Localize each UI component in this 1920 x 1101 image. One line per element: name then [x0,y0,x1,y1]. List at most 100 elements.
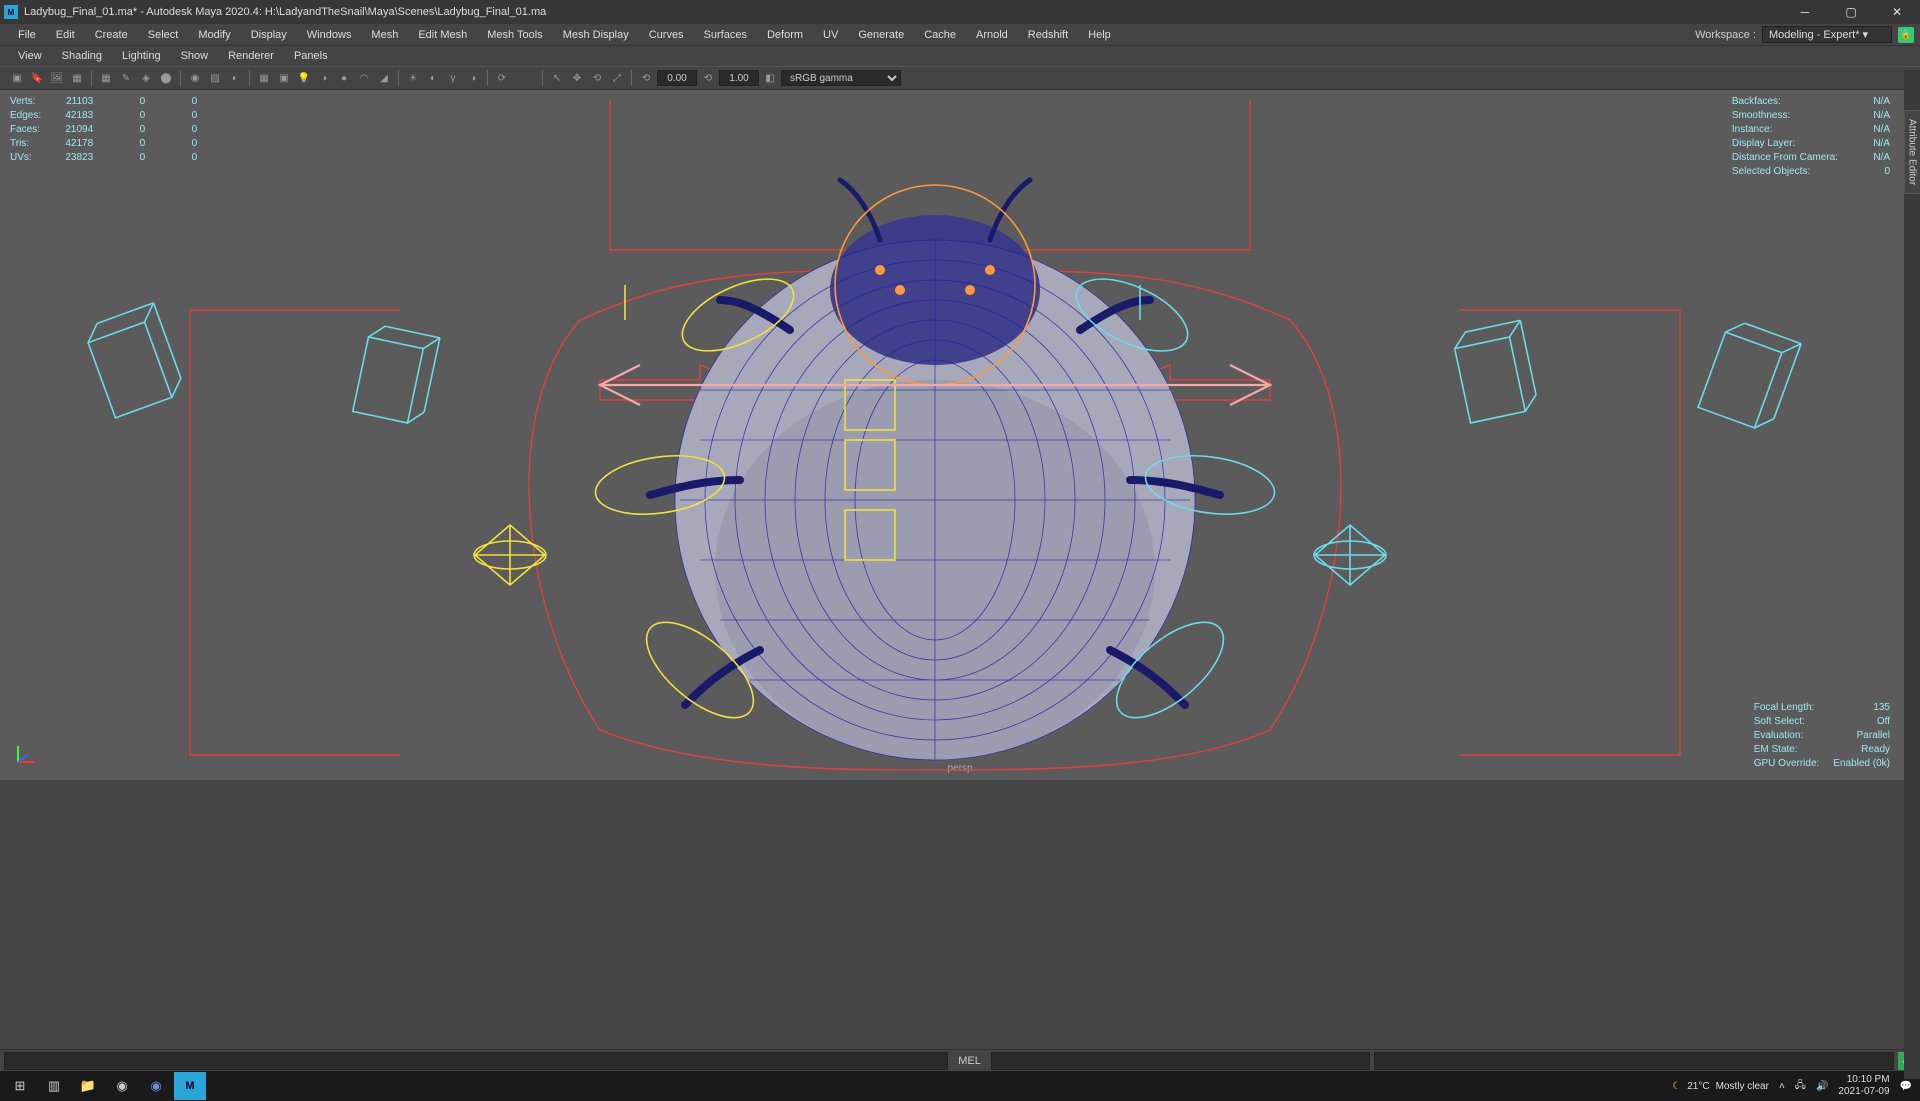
menu-mesh-tools[interactable]: Mesh Tools [477,26,552,44]
panel-menu-panels[interactable]: Panels [284,48,338,64]
attribute-editor-tab[interactable]: Attribute Editor [1904,110,1920,194]
use-lights-icon[interactable]: 💡 [295,69,313,87]
system-clock[interactable]: 10:10 PM 2021-07-09 [1838,1074,1889,1098]
separator [398,70,399,86]
weather-temp: 21°C [1687,1081,1709,1092]
color-picker-icon[interactable]: ◧ [761,69,779,87]
gamma-plus-icon[interactable]: ◑ [464,69,482,87]
isolate-select-icon[interactable]: ◉ [186,69,204,87]
menu-help[interactable]: Help [1078,26,1121,44]
viewport-scene [0,90,1895,780]
maya-taskbar-icon[interactable]: M [174,1072,206,1100]
gamma-icon[interactable]: γ [444,69,462,87]
textured-icon[interactable]: ▣ [275,69,293,87]
menu-edit[interactable]: Edit [46,26,85,44]
workspace-lock-icon[interactable]: 🔒 [1898,27,1914,43]
volume-icon[interactable]: 🔊 [1816,1081,1828,1092]
menu-surfaces[interactable]: Surfaces [694,26,757,44]
scale-tool-icon[interactable]: ⤢ [608,69,626,87]
menu-modify[interactable]: Modify [188,26,240,44]
main-menubar: FileEditCreateSelectModifyDisplayWindows… [0,24,1920,46]
select-tool-icon[interactable]: ↖ [548,69,566,87]
xray-joints-icon[interactable]: ◐ [226,69,244,87]
gamma-field[interactable] [719,70,759,86]
reset-exposure-icon[interactable]: ⟲ [637,69,655,87]
separator [249,70,250,86]
discord-icon[interactable]: ◉ [140,1072,172,1100]
ao-icon[interactable]: ● [335,69,353,87]
menu-select[interactable]: Select [138,26,189,44]
command-result-field [1374,1052,1894,1070]
menu-deform[interactable]: Deform [757,26,813,44]
wireframe-icon[interactable]: ◈ [137,69,155,87]
menu-display[interactable]: Display [241,26,297,44]
command-line-bar: MEL { } [0,1049,1920,1071]
wireframe-on-shaded-icon[interactable]: ▦ [255,69,273,87]
command-language-label[interactable]: MEL [952,1055,987,1067]
grid-icon[interactable]: ▦ [97,69,115,87]
window-title: Ladybug_Final_01.ma* - Autodesk Maya 202… [24,6,546,18]
film-gate-icon[interactable]: ▦ [68,69,86,87]
menu-arnold[interactable]: Arnold [966,26,1018,44]
minimize-button[interactable]: ─ [1782,0,1828,24]
separator [487,70,488,86]
window-titlebar: M Ladybug_Final_01.ma* - Autodesk Maya 2… [0,0,1920,24]
separator [91,70,92,86]
grease-pencil-icon[interactable]: ✎ [117,69,135,87]
chrome-icon[interactable]: ◉ [106,1072,138,1100]
maya-app-icon: M [4,5,18,19]
camera-select-icon[interactable]: ▣ [8,69,26,87]
view-transform-icon[interactable]: ⟳ [493,69,511,87]
command-history-field[interactable] [4,1052,948,1070]
right-sidebar: Attribute Editor [1904,70,1920,1079]
anti-alias-icon[interactable]: ◢ [375,69,393,87]
exposure-icon[interactable]: ☀ [404,69,422,87]
menu-windows[interactable]: Windows [297,26,362,44]
smooth-shade-icon[interactable]: ⬤ [157,69,175,87]
shadows-icon[interactable]: ◑ [315,69,333,87]
motion-blur-icon[interactable]: ◠ [355,69,373,87]
reset-gamma-icon[interactable]: ⟲ [699,69,717,87]
weather-desc: Mostly clear [1716,1081,1769,1092]
menu-edit-mesh[interactable]: Edit Mesh [408,26,477,44]
spacer [0,780,1920,1049]
image-plane-icon[interactable]: 🖼 [48,69,66,87]
xray-icon[interactable]: ▨ [206,69,224,87]
workspace-selector[interactable]: Modeling - Expert* ▾ [1762,26,1892,43]
weather-widget[interactable]: ☾ 21°C Mostly clear [1672,1081,1769,1092]
panel-toolbar: ▣ 🔖 🖼 ▦ ▦ ✎ ◈ ⬤ ◉ ▨ ◐ ▦ ▣ 💡 ◑ ● ◠ ◢ ☀ ◐ … [0,66,1920,90]
task-view-icon[interactable]: ▥ [38,1072,70,1100]
start-button[interactable]: ⊞ [4,1072,36,1100]
panel-menu-lighting[interactable]: Lighting [112,48,171,64]
rotate-tool-icon[interactable]: ⟲ [588,69,606,87]
panel-menu-view[interactable]: View [8,48,52,64]
menu-create[interactable]: Create [85,26,138,44]
network-icon[interactable]: 🖧 [1795,1078,1806,1095]
command-input-field[interactable] [991,1052,1370,1070]
color-space-selector[interactable]: sRGB gamma [781,70,901,86]
tray-chevron-icon[interactable]: ˄ [1779,1081,1785,1092]
menu-redshift[interactable]: Redshift [1018,26,1078,44]
notifications-icon[interactable]: 💬 [1900,1081,1912,1092]
menu-mesh-display[interactable]: Mesh Display [553,26,639,44]
panel-menu-show[interactable]: Show [171,48,219,64]
move-tool-icon[interactable]: ✥ [568,69,586,87]
menu-mesh[interactable]: Mesh [361,26,408,44]
menu-uv[interactable]: UV [813,26,848,44]
file-explorer-icon[interactable]: 📁 [72,1072,104,1100]
window-controls: ─ ▢ ✕ [1782,0,1920,24]
menu-curves[interactable]: Curves [639,26,694,44]
exposure-field[interactable] [657,70,697,86]
close-button[interactable]: ✕ [1874,0,1920,24]
viewport-panel[interactable]: Verts:2110300Edges:4218300Faces:2109400T… [0,90,1920,780]
menu-generate[interactable]: Generate [848,26,914,44]
exposure-minus-icon[interactable]: ◐ [424,69,442,87]
weather-icon: ☾ [1672,1081,1681,1092]
maximize-button[interactable]: ▢ [1828,0,1874,24]
menu-cache[interactable]: Cache [914,26,966,44]
bookmark-icon[interactable]: 🔖 [28,69,46,87]
separator [180,70,181,86]
panel-menu-shading[interactable]: Shading [52,48,112,64]
menu-file[interactable]: File [8,26,46,44]
panel-menu-renderer[interactable]: Renderer [218,48,284,64]
